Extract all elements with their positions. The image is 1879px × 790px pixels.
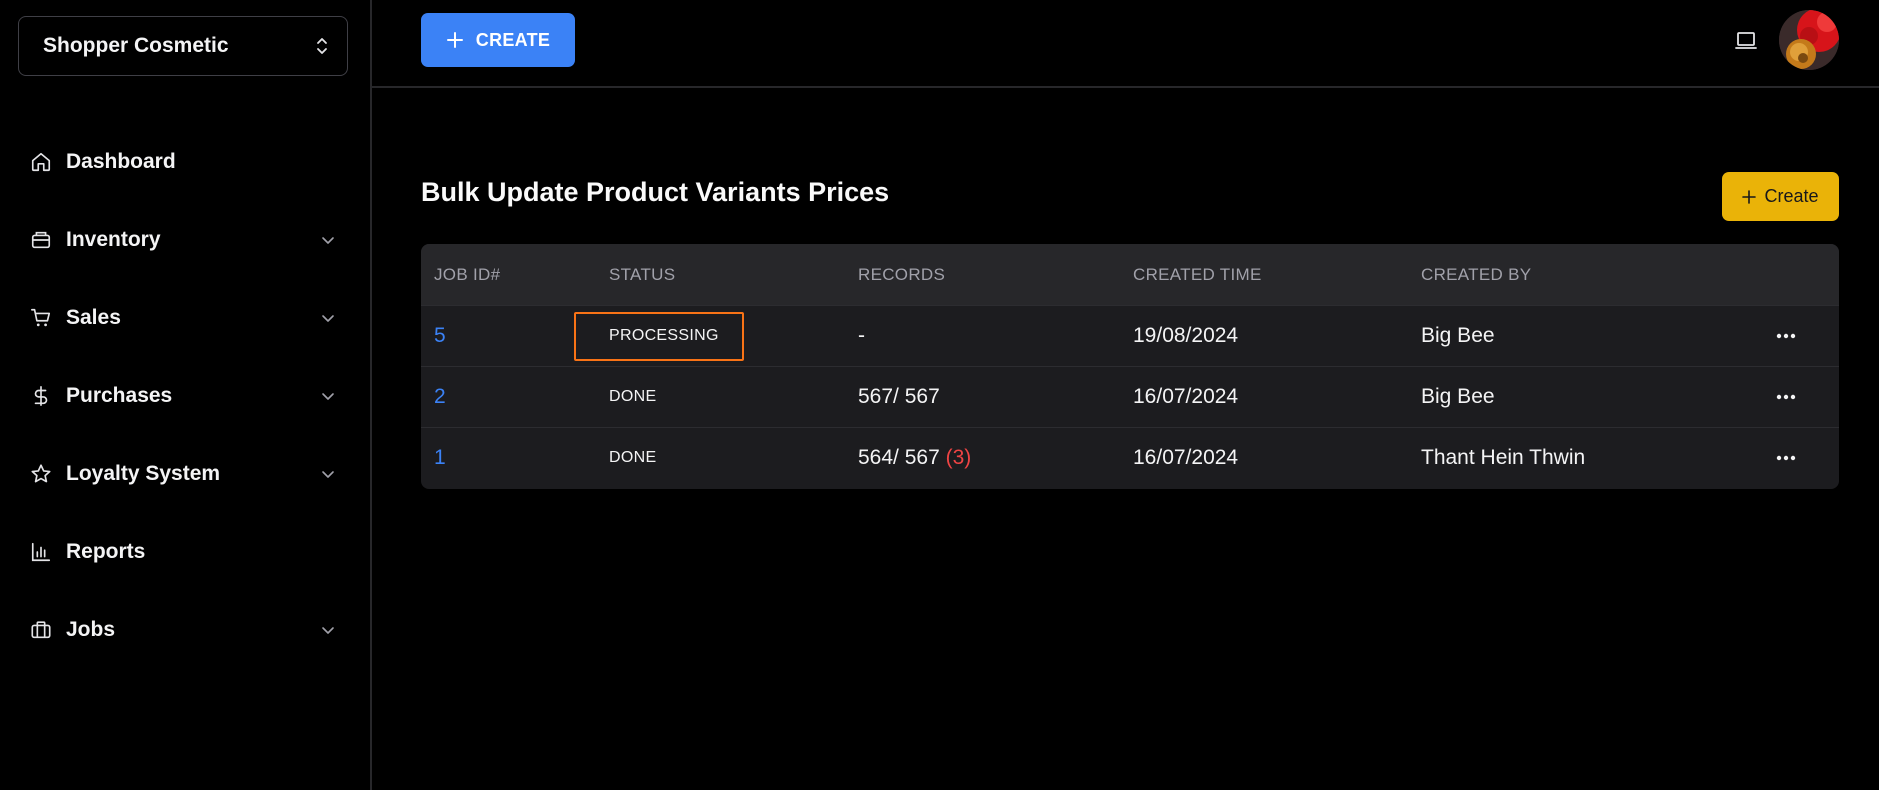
sidebar-item-reports[interactable]: Reports [0,513,370,591]
laptop-icon [1735,32,1757,49]
records-count: - [858,324,865,347]
sidebar-item-loyalty-system[interactable]: Loyalty System [0,435,370,513]
store-selector[interactable]: Shopper Cosmetic [18,16,348,76]
sidebar-item-label: Reports [66,540,146,563]
records-count: 564/ 567 [858,446,940,469]
sidebar-item-label: Jobs [66,618,116,641]
records-value: - [858,324,865,348]
column-header-status[interactable]: STATUS [609,265,675,285]
job-id-link[interactable]: 5 [434,324,446,348]
table-row: 1 DONE 564/ 567 (3) 16/07/2024 Thant Hei… [421,427,1839,488]
briefcase-icon [31,621,51,639]
sidebar-item-label: Sales [66,306,121,329]
column-header-created-time[interactable]: CREATED TIME [1133,265,1262,285]
create-button-label: CREATE [475,29,551,50]
records-value: 567/ 567 [858,385,940,409]
sidebar-item-purchases[interactable]: Purchases [0,357,370,435]
job-id-link[interactable]: 2 [434,385,446,409]
created-by: Big Bee [1421,385,1495,408]
home-icon [31,152,51,172]
created-by: Thant Hein Thwin [1421,446,1586,469]
sidebar-item-sales[interactable]: Sales [0,279,370,357]
created-time: 16/07/2024 [1133,446,1239,469]
sidebar: Shopper Cosmetic Dashboard Inventory Sal… [0,0,372,790]
sidebar-item-label: Purchases [66,384,173,407]
job-id-link[interactable]: 1 [434,446,446,470]
more-horizontal-icon [1776,455,1796,461]
created-by: Big Bee [1421,324,1495,347]
status-badge: DONE [609,388,657,405]
chevron-down-icon [322,315,334,322]
table-header: JOB ID# STATUS RECORDS CREATED TIME CREA… [421,244,1839,305]
sidebar-item-dashboard[interactable]: Dashboard [0,123,370,201]
add-job-button-label: Create [1764,186,1819,206]
created-time: 19/08/2024 [1133,324,1239,347]
records-value: 564/ 567 (3) [858,446,971,470]
sidebar-item-inventory[interactable]: Inventory [0,201,370,279]
create-button[interactable]: CREATE [421,13,575,67]
chevron-down-icon [322,471,334,478]
created-time: 16/07/2024 [1133,385,1239,408]
table-row: 2 DONE 567/ 567 16/07/2024 Big Bee [421,366,1839,427]
records-error-count[interactable]: (3) [946,446,972,469]
sidebar-item-label: Inventory [66,228,161,251]
page-title: Bulk Update Product Variants Prices [421,177,890,207]
chevron-down-icon [322,237,334,244]
star-icon [31,464,51,483]
sidebar-item-label: Dashboard [66,150,176,173]
chevron-down-icon [322,627,334,634]
store-name: Shopper Cosmetic [43,34,229,57]
app-root: Shopper Cosmetic Dashboard Inventory Sal… [0,0,1879,790]
chevron-up-down-icon [317,38,327,54]
cart-icon [31,308,51,327]
plus-icon [1742,189,1757,204]
avatar[interactable] [1779,10,1839,70]
status-badge: DONE [609,449,657,466]
status-badge: PROCESSING [609,327,719,344]
avatar-image [1779,10,1839,70]
jobs-table: JOB ID# STATUS RECORDS CREATED TIME CREA… [421,244,1839,489]
bar-chart-icon [31,542,51,562]
column-header-job-id[interactable]: JOB ID# [434,265,500,285]
chevron-down-icon [322,393,334,400]
sidebar-item-jobs[interactable]: Jobs [0,591,370,669]
column-header-records[interactable]: RECORDS [858,265,945,285]
table-row: 5 PROCESSING - 19/08/2024 Big Bee [421,305,1839,366]
dollar-icon [34,386,48,406]
column-header-created-by[interactable]: CREATED BY [1421,265,1531,285]
row-actions-button[interactable] [1773,323,1799,349]
sidebar-item-label: Loyalty System [66,462,221,485]
more-horizontal-icon [1776,394,1796,400]
add-job-button[interactable]: Create [1722,172,1839,221]
more-horizontal-icon [1776,333,1796,339]
plus-icon [446,32,463,48]
sidebar-nav: Dashboard Inventory Sales Purchases Loya… [0,123,370,669]
row-actions-button[interactable] [1773,445,1799,471]
records-count: 567/ 567 [858,385,940,408]
main-content: Bulk Update Product Variants Prices Crea… [372,90,1879,790]
row-actions-button[interactable] [1773,384,1799,410]
laptop-icon-button[interactable] [1732,28,1760,54]
topbar: CREATE [372,0,1879,88]
box-icon [31,231,51,249]
